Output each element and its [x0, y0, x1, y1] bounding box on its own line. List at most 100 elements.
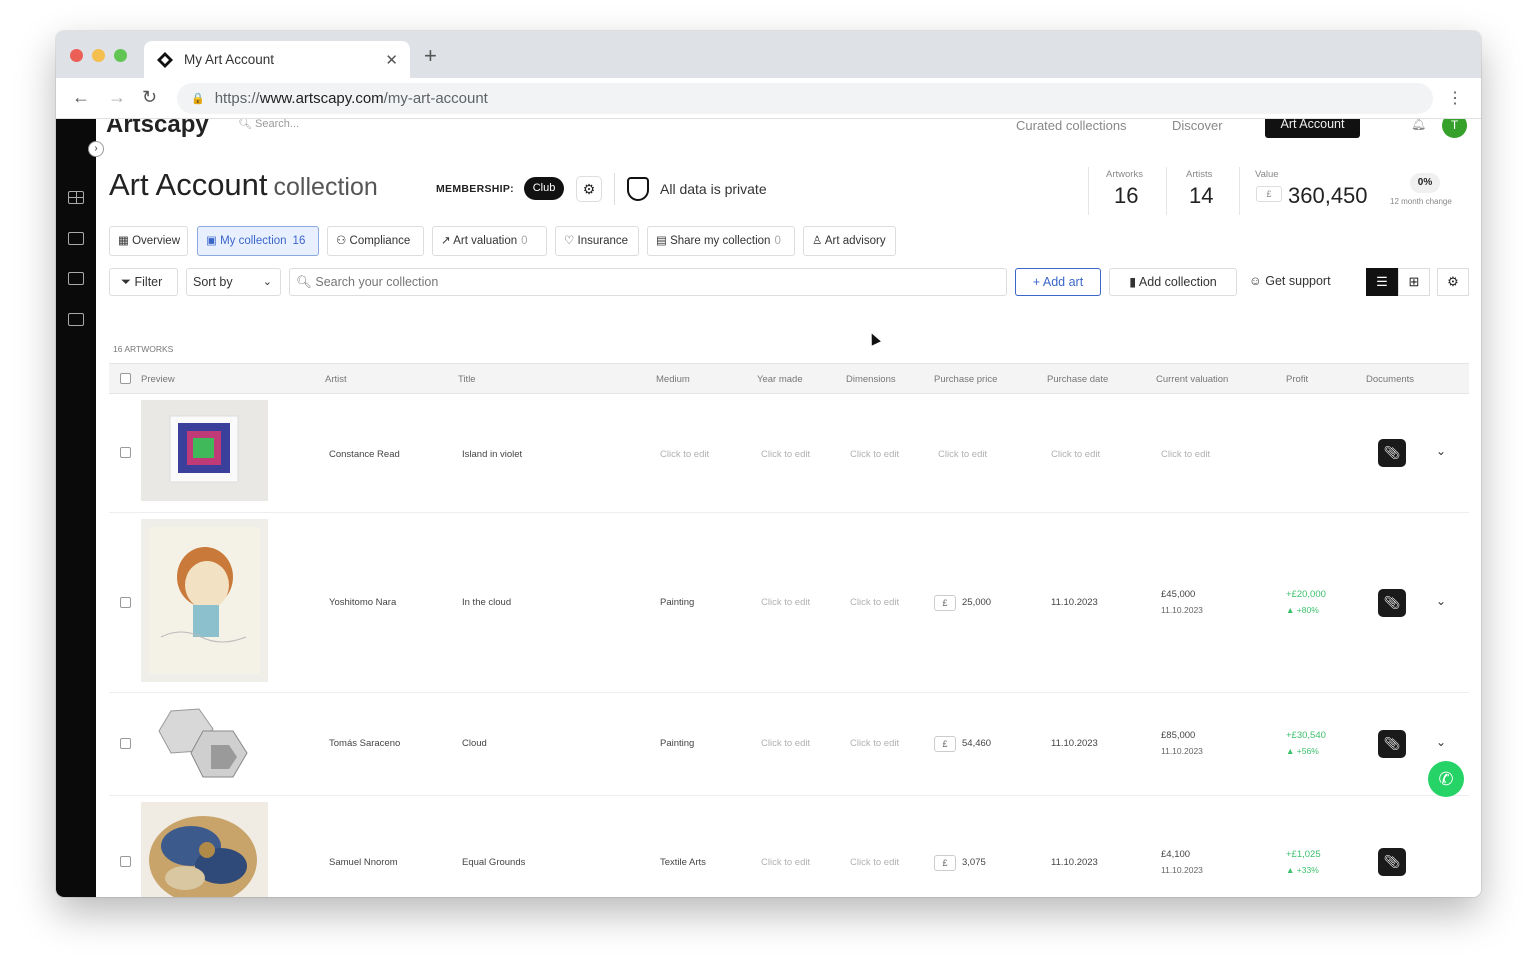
valuation-cell[interactable]: £45,000	[1161, 589, 1195, 600]
tab-insurance[interactable]: ♡ Insurance	[555, 226, 639, 256]
add-art-button[interactable]: + Add art	[1015, 268, 1101, 296]
logo[interactable]: Artscapy	[106, 119, 209, 139]
col-current-valuation[interactable]: Current valuation	[1156, 374, 1228, 385]
maximize-window-button[interactable]	[114, 49, 127, 62]
year-cell[interactable]: Click to edit	[761, 857, 810, 868]
col-preview[interactable]: Preview	[141, 374, 175, 385]
artwork-thumbnail[interactable]	[141, 701, 268, 788]
tab-art-valuation[interactable]: ↗ Art valuation 0	[432, 226, 547, 256]
year-cell[interactable]: Click to edit	[761, 449, 810, 460]
artwork-thumbnail[interactable]	[141, 400, 268, 501]
search-icon: 🔍︎	[296, 275, 312, 289]
table-row[interactable]: Constance Read Island in violet Click to…	[109, 394, 1469, 513]
global-search-input[interactable]: 🔍︎ Search...	[238, 119, 473, 135]
paperclip-icon[interactable]: 📎︎	[1378, 439, 1406, 467]
close-window-button[interactable]	[70, 49, 83, 62]
table-row[interactable]: Tomás Saraceno Cloud Painting Click to e…	[109, 693, 1469, 796]
valuation-cell[interactable]: £85,000	[1161, 730, 1195, 741]
select-all-checkbox[interactable]	[120, 373, 131, 384]
back-icon[interactable]: ←	[72, 87, 90, 108]
tab-art-advisory[interactable]: ♙ Art advisory	[803, 226, 896, 256]
date-cell[interactable]: 11.10.2023	[1051, 738, 1098, 749]
col-title[interactable]: Title	[458, 374, 476, 385]
col-purchase-date[interactable]: Purchase date	[1047, 374, 1108, 385]
dimensions-cell[interactable]: Click to edit	[850, 449, 899, 460]
new-tab-icon[interactable]: +	[424, 45, 437, 67]
chevron-down-icon[interactable]: ⌄	[1436, 735, 1446, 749]
browser-tab[interactable]: My Art Account ✕	[144, 41, 410, 78]
col-year-made[interactable]: Year made	[757, 374, 803, 385]
price-cell[interactable]: 54,460	[962, 738, 991, 749]
artist-cell: Samuel Nnorom	[329, 857, 398, 868]
table-view-icon[interactable]: ☰	[1366, 268, 1398, 296]
url-field[interactable]: 🔒 https://www.artscapy.com/my-art-accoun…	[177, 83, 1433, 114]
col-dimensions[interactable]: Dimensions	[846, 374, 896, 385]
nav-discover[interactable]: Discover	[1172, 119, 1223, 133]
membership-badge[interactable]: Club	[524, 177, 564, 200]
chevron-down-icon[interactable]: ⌄	[1436, 594, 1446, 608]
date-cell[interactable]: Click to edit	[1051, 449, 1100, 460]
avatar[interactable]: T	[1442, 119, 1467, 138]
bell-icon[interactable]: 🔔︎	[1411, 119, 1426, 131]
chevron-down-icon[interactable]: ⌄	[1436, 444, 1446, 458]
row-checkbox[interactable]	[120, 738, 131, 749]
valuation-cell[interactable]: Click to edit	[1161, 449, 1210, 460]
col-purchase-price[interactable]: Purchase price	[934, 374, 997, 385]
row-checkbox[interactable]	[120, 856, 131, 867]
price-cell[interactable]: Click to edit	[938, 449, 987, 460]
valuation-cell[interactable]: £4,100	[1161, 849, 1190, 860]
forward-icon[interactable]: →	[108, 87, 126, 108]
tab-overview[interactable]: ▦ Overview	[109, 226, 188, 256]
collection-search-input[interactable]: 🔍︎ Search your collection	[289, 268, 1007, 296]
currency-badge: £	[934, 595, 956, 611]
medium-cell[interactable]: Painting	[660, 597, 694, 608]
artwork-thumbnail[interactable]	[141, 802, 268, 897]
date-cell[interactable]: 11.10.2023	[1051, 597, 1098, 608]
dimensions-cell[interactable]: Click to edit	[850, 857, 899, 868]
year-cell[interactable]: Click to edit	[761, 597, 810, 608]
add-collection-button[interactable]: ▮ Add collection	[1109, 268, 1237, 296]
medium-cell[interactable]: Textile Arts	[660, 857, 706, 868]
date-cell[interactable]: 11.10.2023	[1051, 857, 1098, 868]
medium-cell[interactable]: Click to edit	[660, 449, 709, 460]
settings-icon[interactable]: ⚙	[1437, 268, 1469, 296]
plus-icon: +	[1032, 275, 1041, 289]
table-icon[interactable]	[68, 191, 84, 204]
minimize-window-button[interactable]	[92, 49, 105, 62]
row-checkbox[interactable]	[120, 597, 131, 608]
year-cell[interactable]: Click to edit	[761, 738, 810, 749]
close-tab-icon[interactable]: ✕	[385, 51, 398, 69]
sort-select[interactable]: Sort by ⌄	[186, 268, 281, 296]
artwork-thumbnail[interactable]	[141, 519, 268, 682]
dimensions-cell[interactable]: Click to edit	[850, 597, 899, 608]
browser-menu-icon[interactable]: ⋮	[1447, 88, 1463, 108]
col-artist[interactable]: Artist	[325, 374, 347, 385]
gallery-icon[interactable]	[68, 313, 84, 326]
grid-view-icon[interactable]: ⊞	[1398, 268, 1430, 296]
table-row[interactable]: Yoshitomo Nara In the cloud Painting Cli…	[109, 513, 1469, 693]
reload-icon[interactable]: ↻	[142, 87, 157, 108]
filter-button[interactable]: ⏷ Filter	[109, 268, 178, 296]
dimensions-cell[interactable]: Click to edit	[850, 738, 899, 749]
gear-icon[interactable]: ⚙	[576, 176, 602, 202]
nav-curated-collections[interactable]: Curated collections	[1016, 119, 1127, 133]
tab-compliance[interactable]: ⚇ Compliance	[327, 226, 424, 256]
paperclip-icon[interactable]: 📎︎	[1378, 589, 1406, 617]
paperclip-icon[interactable]: 📎︎	[1378, 730, 1406, 758]
col-profit[interactable]: Profit	[1286, 374, 1308, 385]
table-row[interactable]: Samuel Nnorom Equal Grounds Textile Arts…	[109, 796, 1469, 897]
get-support-button[interactable]: ☺ Get support	[1249, 268, 1349, 296]
tab-share-my-collection[interactable]: ▤ Share my collection 0	[647, 226, 795, 256]
price-cell[interactable]: 25,000	[962, 597, 991, 608]
row-checkbox[interactable]	[120, 447, 131, 458]
nav-art-account-button[interactable]: Art Account	[1265, 119, 1360, 138]
image-icon[interactable]	[68, 272, 84, 285]
id-card-icon[interactable]	[68, 232, 84, 245]
sidebar-collapse-icon[interactable]: ›	[88, 141, 104, 157]
medium-cell[interactable]: Painting	[660, 738, 694, 749]
price-cell[interactable]: 3,075	[962, 857, 986, 868]
col-medium[interactable]: Medium	[656, 374, 690, 385]
tab-my-collection[interactable]: ▣ My collection 16	[197, 226, 319, 256]
paperclip-icon[interactable]: 📎︎	[1378, 848, 1406, 876]
whatsapp-icon[interactable]: ✆	[1428, 761, 1464, 797]
